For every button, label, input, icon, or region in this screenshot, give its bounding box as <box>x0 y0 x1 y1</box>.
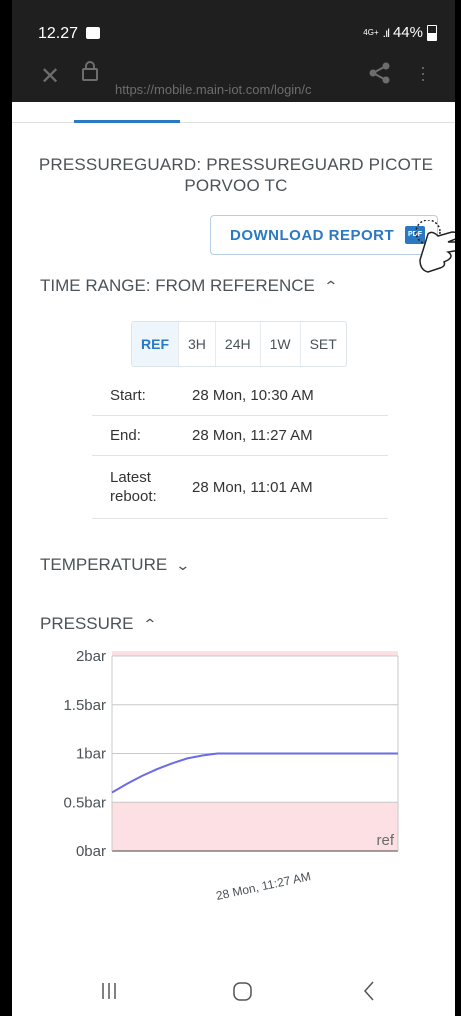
download-report-button[interactable]: DOWNLOAD REPORT PDF <box>210 215 438 255</box>
home-icon[interactable] <box>233 982 252 1001</box>
browser-toolbar: ✕ https://mobile.main-iot.com/login/c · ·… <box>12 58 455 102</box>
chevron-up-icon[interactable]: ⌃ <box>323 278 338 295</box>
pressure-series-line <box>111 752 398 794</box>
band-label: ref <box>376 832 394 849</box>
reboot-value: 28 Mon, 11:01 AM <box>192 478 313 496</box>
x-tick-label: 28 Mon, 11:27 AM <box>215 869 312 903</box>
gallery-icon <box>86 27 100 39</box>
y-tick-label: 1bar <box>76 746 106 763</box>
battery-percent: 44% <box>392 24 423 41</box>
back-icon[interactable] <box>363 981 374 1001</box>
start-label: Start: <box>110 387 146 404</box>
threshold-band <box>112 802 398 851</box>
status-time: 12.27 <box>38 25 79 42</box>
y-tick-label: 2bar <box>76 648 106 665</box>
download-report-label: DOWNLOAD REPORT <box>230 227 395 244</box>
range-option-24h[interactable]: 24H <box>216 322 261 366</box>
y-tick-label: 0bar <box>76 843 106 860</box>
close-icon[interactable]: ✕ <box>40 62 60 91</box>
more-icon[interactable]: · · · <box>420 58 426 88</box>
lock-icon[interactable] <box>82 61 98 81</box>
threshold-band <box>112 651 398 656</box>
time-range-label: TIME RANGE: FROM REFERENCE <box>40 276 315 295</box>
temperature-label: TEMPERATURE <box>40 555 168 574</box>
android-nav-bar <box>102 981 374 1001</box>
recent-apps-icon[interactable] <box>102 983 116 999</box>
table-row: Latest reboot: 28 Mon, 11:01 AM <box>92 456 388 519</box>
time-range-table: Start: 28 Mon, 10:30 AM End: 28 Mon, 11:… <box>92 376 388 519</box>
network-label: 4G+ <box>363 27 379 37</box>
pressure-label: PRESSURE <box>40 614 134 633</box>
active-tab-indicator[interactable] <box>74 120 180 123</box>
table-row: Start: 28 Mon, 10:30 AM <box>92 376 388 416</box>
range-option-3h[interactable]: 3H <box>179 322 216 366</box>
status-right: 4G+ .ıl 44% <box>363 24 437 41</box>
chevron-down-icon[interactable]: ⌄ <box>175 557 190 574</box>
page-title: PRESSUREGUARD: PRESSUREGUARD PICOTE PORV… <box>38 155 434 195</box>
pressure-chart: ref 2bar 1.5bar 1bar 0.5bar 0bar 28 Mon, 11:27… <box>63 648 399 903</box>
y-tick-label: 1.5bar <box>63 697 106 714</box>
reboot-label: Latest reboot: <box>110 469 157 505</box>
temperature-heading[interactable]: TEMPERATURE ⌄ <box>40 555 191 575</box>
share-icon[interactable] <box>367 60 393 86</box>
pressure-heading[interactable]: PRESSURE ⌃ <box>40 614 157 634</box>
time-range-heading[interactable]: TIME RANGE: FROM REFERENCE ⌃ <box>40 276 338 296</box>
end-label: End: <box>110 427 141 444</box>
range-option-set[interactable]: SET <box>301 322 346 366</box>
phone-screen: 12.27 4G+ .ıl 44% ✕ https://mobile.main-… <box>12 0 455 1016</box>
signal-icon: .ıl <box>382 25 390 40</box>
end-value: 28 Mon, 11:27 AM <box>192 427 313 444</box>
table-row: End: 28 Mon, 11:27 AM <box>92 416 388 456</box>
time-range-selector: REF 3H 24H 1W SET <box>131 321 347 367</box>
chevron-up-icon[interactable]: ⌃ <box>142 616 157 633</box>
range-option-ref[interactable]: REF <box>132 322 179 366</box>
status-bar: 12.27 4G+ .ıl 44% <box>12 0 455 60</box>
start-value: 28 Mon, 10:30 AM <box>192 387 314 404</box>
url-field[interactable]: https://mobile.main-iot.com/login/c <box>115 82 365 97</box>
page-content: PRESSUREGUARD: PRESSUREGUARD PICOTE PORV… <box>12 102 455 962</box>
tap-hand-icon <box>415 220 455 273</box>
range-option-1w[interactable]: 1W <box>261 322 301 366</box>
y-tick-label: 0.5bar <box>63 794 106 811</box>
battery-icon <box>427 24 437 41</box>
